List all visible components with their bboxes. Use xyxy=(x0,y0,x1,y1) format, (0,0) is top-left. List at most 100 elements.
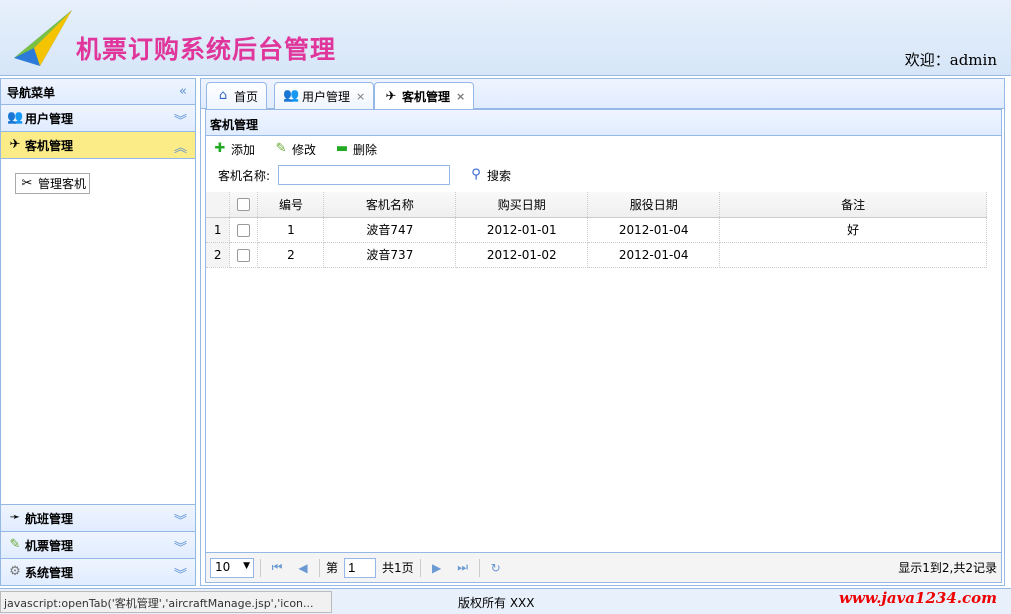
tools-icon: ✂ xyxy=(21,175,33,191)
column-header[interactable]: 购买日期 xyxy=(455,192,589,218)
airplane-icon: ✈ xyxy=(385,88,397,104)
first-page-icon[interactable]: ⏮ xyxy=(267,560,287,575)
tab-label: 用户管理 xyxy=(302,89,351,104)
delete-icon: ▬ xyxy=(335,141,349,156)
checkbox[interactable] xyxy=(237,198,251,212)
column-header[interactable]: 服役日期 xyxy=(587,192,721,218)
aircraft-panel: 客机管理 ✚ 添加 ✎ 修改 ▬ 删除 客机名称: ⚲ 搜索 编号 客机名称 购… xyxy=(205,109,1002,583)
divider xyxy=(478,558,480,577)
row-checkbox[interactable] xyxy=(229,217,259,243)
record-info: 显示1到2,共2记录 xyxy=(898,561,997,575)
pencil-icon: ✎ xyxy=(275,141,287,156)
airplane-icon: ✈ xyxy=(9,137,21,152)
cell-service-date: 2012-01-04 xyxy=(587,217,721,243)
nav-item-label: 管理客机 xyxy=(38,177,87,191)
cell-service-date: 2012-01-04 xyxy=(587,242,721,268)
refresh-icon[interactable]: ↻ xyxy=(486,561,506,575)
row-number: 2 xyxy=(206,242,231,268)
users-icon: 👥 xyxy=(283,88,300,103)
chevron-down-icon[interactable]: ︾ xyxy=(174,564,187,583)
table-row[interactable]: 2 2 波音737 2012-01-02 2012-01-04 xyxy=(206,242,987,268)
delete-button[interactable]: ▬ 删除 xyxy=(334,141,377,158)
tab-label: 首页 xyxy=(234,89,259,104)
last-page-icon[interactable]: ⏭ xyxy=(453,560,473,575)
checkbox[interactable] xyxy=(237,248,251,262)
home-icon: ⌂ xyxy=(218,88,228,103)
delete-label: 删除 xyxy=(353,142,378,157)
search-row: 客机名称: ⚲ 搜索 xyxy=(206,162,1001,188)
nav-section-aircraft[interactable]: ✈ 客机管理 ︽ xyxy=(1,132,195,159)
prev-page-icon[interactable]: ◀ xyxy=(293,561,313,575)
search-button[interactable]: ⚲ 搜索 xyxy=(468,167,511,184)
nav-section-users[interactable]: 👥 用户管理 ︾ xyxy=(1,105,195,132)
aircraft-name-input[interactable] xyxy=(278,165,451,185)
select-all-checkbox[interactable] xyxy=(229,192,259,218)
page-number-input[interactable] xyxy=(344,557,377,578)
row-number: 1 xyxy=(206,217,231,243)
footer: javascript:openTab('客机管理','aircraftManag… xyxy=(0,588,1011,614)
edit-label: 修改 xyxy=(292,142,317,157)
chevron-down-icon[interactable]: ︾ xyxy=(174,537,187,556)
tab-bar: ⌂ 首页 👥 用户管理 × ✈ 客机管理 × xyxy=(201,79,1004,110)
watermark-text: www.java1234.com xyxy=(838,589,997,607)
page-total: 共1页 xyxy=(382,561,414,575)
chevron-down-icon[interactable]: ︾ xyxy=(174,110,187,129)
page-size-select[interactable]: 10 xyxy=(210,557,254,578)
cell-remark xyxy=(719,242,987,268)
column-header[interactable]: 编号 xyxy=(257,192,325,218)
table-row[interactable]: 1 1 波音747 2012-01-01 2012-01-04 好 xyxy=(206,217,987,243)
nav-title-label: 导航菜单 xyxy=(7,86,56,100)
nav-section-flights[interactable]: ➛ 航班管理 ︾ xyxy=(1,505,195,532)
nav-section-label: 机票管理 xyxy=(25,538,74,553)
add-label: 添加 xyxy=(231,142,256,157)
nav-section-label: 客机管理 xyxy=(25,138,74,153)
add-button[interactable]: ✚ 添加 xyxy=(212,141,255,158)
divider xyxy=(319,558,320,577)
cell-id: 2 xyxy=(257,242,325,268)
nav-title: 导航菜单 « xyxy=(1,79,195,105)
aircraft-table: 编号 客机名称 购买日期 服役日期 备注 1 1 波音747 2012-01-0… xyxy=(206,192,987,268)
pagination-bar: 10 ⏮ ◀ 第 共1页 ▶ ⏭ ↻ 显示1到2,共2记录 xyxy=(206,552,1001,582)
checkbox[interactable] xyxy=(237,223,251,237)
navigation-panel: 导航菜单 « 👥 用户管理 ︾ ✈ 客机管理 ︽ ✂ 管理客机 ➛ 航班管理 ︾… xyxy=(0,78,196,586)
cell-buy-date: 2012-01-02 xyxy=(455,242,589,268)
column-header[interactable]: 备注 xyxy=(719,192,987,218)
browser-status-bar: javascript:openTab('客机管理','aircraftManag… xyxy=(0,591,332,613)
flight-icon: ➛ xyxy=(9,510,21,525)
close-icon[interactable]: × xyxy=(356,90,365,103)
tab-user-management[interactable]: 👥 用户管理 × xyxy=(274,82,375,109)
panel-title: 客机管理 xyxy=(206,110,1001,136)
collapse-left-icon[interactable]: « xyxy=(179,84,187,99)
gear-icon: ⚙ xyxy=(9,564,21,579)
nav-section-aircraft-body: ✂ 管理客机 xyxy=(1,159,195,505)
next-page-icon[interactable]: ▶ xyxy=(427,561,447,575)
welcome-text: 欢迎：admin xyxy=(904,51,997,69)
nav-section-tickets[interactable]: ✎ 机票管理 ︾ xyxy=(1,532,195,559)
divider xyxy=(260,558,261,577)
ticket-icon: ✎ xyxy=(9,537,21,552)
search-icon: ⚲ xyxy=(471,167,481,182)
tab-label: 客机管理 xyxy=(402,90,451,104)
divider xyxy=(419,558,421,577)
tab-aircraft-management[interactable]: ✈ 客机管理 × xyxy=(374,82,475,110)
search-label: 客机名称: xyxy=(218,168,271,183)
nav-item-manage-aircraft[interactable]: ✂ 管理客机 xyxy=(15,173,91,194)
edit-button[interactable]: ✎ 修改 xyxy=(273,141,316,158)
chevron-down-icon[interactable]: ︾ xyxy=(174,510,187,529)
nav-section-system[interactable]: ⚙ 系统管理 ︾ xyxy=(1,559,195,586)
cell-id: 1 xyxy=(257,217,325,243)
tab-home[interactable]: ⌂ 首页 xyxy=(206,82,268,109)
column-header[interactable]: 客机名称 xyxy=(323,192,457,218)
main-area: ⌂ 首页 👥 用户管理 × ✈ 客机管理 × 客机管理 ✚ 添加 ✎ 修改 ▬ xyxy=(200,78,1005,586)
nav-section-label: 航班管理 xyxy=(25,511,74,526)
close-icon[interactable]: × xyxy=(456,90,465,103)
row-checkbox[interactable] xyxy=(229,242,259,268)
cell-buy-date: 2012-01-01 xyxy=(455,217,589,243)
chevron-up-icon[interactable]: ︽ xyxy=(174,137,187,156)
system-title: 机票订购系统后台管理 xyxy=(76,35,337,64)
copyright-text: 版权所有 XXX xyxy=(458,596,535,610)
table-header-row: 编号 客机名称 购买日期 服役日期 备注 xyxy=(206,192,987,218)
cell-name: 波音737 xyxy=(323,242,457,268)
add-icon: ✚ xyxy=(214,141,226,156)
users-icon: 👥 xyxy=(7,110,24,125)
